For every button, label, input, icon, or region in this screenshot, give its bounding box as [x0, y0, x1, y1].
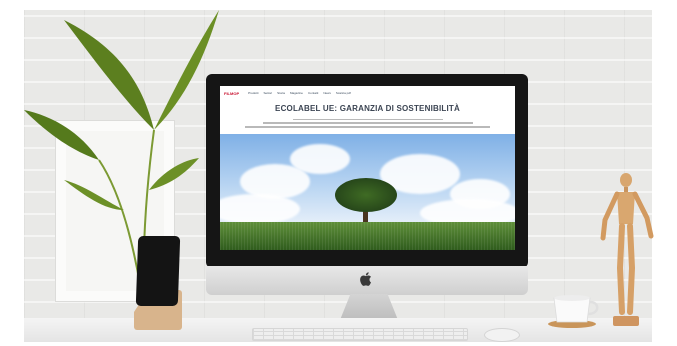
smartphone — [135, 236, 181, 306]
nav-item-news[interactable]: News — [323, 91, 331, 95]
mouse — [484, 328, 520, 342]
grass-field — [220, 222, 515, 250]
apple-logo-icon — [360, 272, 371, 286]
plant — [24, 10, 219, 311]
nav-item-storia[interactable]: Storia — [277, 91, 285, 95]
page-title: ECOLABEL UE: GARANZIA DI SOSTENIBILITÀ — [275, 104, 460, 113]
nav-item-scarica[interactable]: Scarica pdf — [336, 91, 351, 95]
nav-item-contatti[interactable]: Contatti — [308, 91, 318, 95]
wooden-mannequin — [600, 173, 654, 326]
nav-item-magazine[interactable]: Magazine — [290, 91, 303, 95]
intro-text-lines — [238, 116, 497, 128]
photo-scene: FILMOP Prodotti Settori Storia Magazine … — [0, 0, 677, 346]
nav-item-settori[interactable]: Settori — [263, 91, 272, 95]
tree-canopy — [335, 178, 397, 212]
cloud — [220, 194, 300, 224]
keyboard — [252, 328, 468, 341]
site-logo[interactable]: FILMOP — [224, 91, 239, 96]
cloud — [290, 144, 350, 174]
site-header: FILMOP Prodotti Settori Storia Magazine … — [220, 86, 515, 100]
website-screen: FILMOP Prodotti Settori Storia Magazine … — [220, 86, 515, 250]
hero-image — [220, 134, 515, 250]
nav-item-prodotti[interactable]: Prodotti — [248, 91, 258, 95]
